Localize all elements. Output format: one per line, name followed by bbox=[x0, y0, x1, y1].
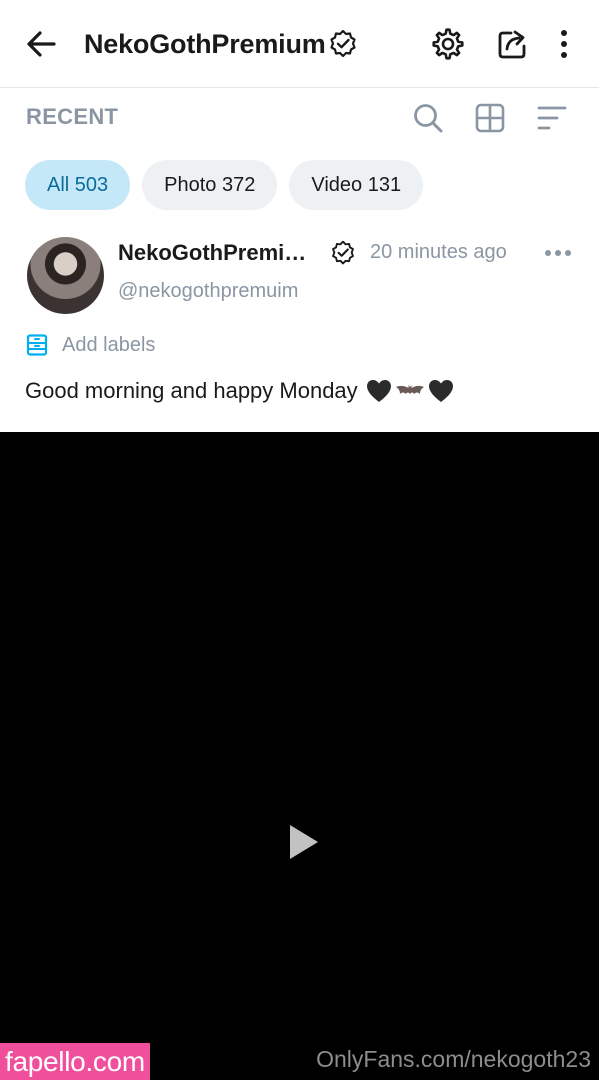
watermark-right: OnlyFans.com/nekogoth23 bbox=[316, 1046, 591, 1072]
add-labels-label: Add labels bbox=[62, 333, 156, 356]
caption-text: Good morning and happy Monday bbox=[25, 378, 358, 403]
post-author-name[interactable]: NekoGothPremi… bbox=[118, 240, 318, 266]
back-button[interactable] bbox=[22, 26, 60, 62]
watermark-left: fapello.com bbox=[0, 1043, 150, 1080]
grid-view-button[interactable] bbox=[470, 98, 510, 138]
filter-all-chip[interactable]: All 503 bbox=[25, 160, 131, 210]
profile-name: NekoGothPremium bbox=[84, 28, 326, 59]
post-header: NekoGothPremi… 20 minutes ago @nekogothp… bbox=[0, 232, 599, 322]
labels-icon bbox=[24, 332, 50, 358]
more-options-button[interactable] bbox=[546, 24, 582, 64]
post-caption: Good morning and happy Monday bbox=[25, 378, 455, 404]
video-player[interactable] bbox=[0, 432, 599, 1080]
black-heart-icon bbox=[428, 380, 453, 402]
grid-icon bbox=[475, 103, 505, 133]
gear-icon bbox=[432, 28, 464, 60]
share-button[interactable] bbox=[492, 24, 532, 64]
more-horizontal-icon bbox=[545, 250, 571, 256]
black-heart-icon bbox=[366, 380, 391, 402]
bat-icon bbox=[395, 385, 424, 394]
play-icon bbox=[290, 825, 318, 859]
search-icon bbox=[414, 104, 443, 133]
search-button[interactable] bbox=[408, 98, 448, 138]
post-more-button[interactable] bbox=[542, 238, 574, 268]
filter-chips: All 503 Photo 372 Video 131 bbox=[25, 160, 424, 212]
verified-icon bbox=[328, 29, 358, 59]
back-arrow-icon bbox=[27, 31, 56, 57]
filter-photo-chip[interactable]: Photo 372 bbox=[142, 160, 278, 210]
section-bar: RECENT bbox=[0, 88, 599, 148]
add-labels-button[interactable]: Add labels bbox=[24, 330, 155, 360]
filter-video-chip[interactable]: Video 131 bbox=[289, 160, 424, 210]
share-icon bbox=[498, 30, 526, 59]
section-title: RECENT bbox=[26, 104, 119, 129]
caption-emoji bbox=[365, 378, 455, 404]
sort-button[interactable] bbox=[532, 98, 572, 138]
avatar[interactable] bbox=[27, 237, 104, 314]
more-vertical-icon bbox=[561, 30, 567, 58]
top-bar: NekoGothPremium bbox=[0, 0, 599, 88]
post-timestamp[interactable]: 20 minutes ago bbox=[370, 241, 507, 264]
profile-title: NekoGothPremium bbox=[84, 24, 358, 64]
settings-button[interactable] bbox=[428, 24, 468, 64]
verified-icon bbox=[332, 240, 354, 265]
play-button[interactable] bbox=[284, 820, 324, 864]
sort-icon bbox=[537, 106, 567, 130]
post-author-handle[interactable]: @nekogothpremuim bbox=[118, 280, 298, 303]
